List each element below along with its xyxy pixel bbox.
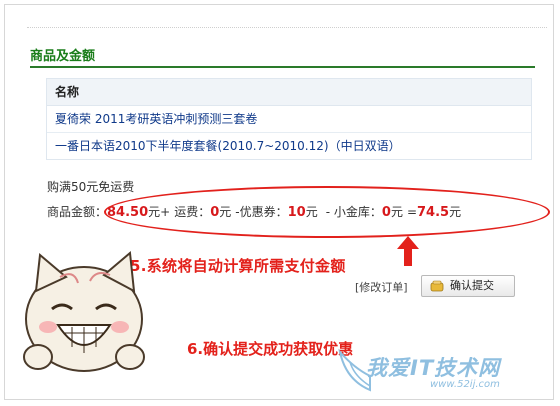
highlight-ellipse [104, 186, 550, 238]
table-row[interactable]: 一番日本语2010下半年度套餐(2010.7~2010.12)（中日双语） [47, 133, 531, 159]
annotation-step-6: 6.确认提交成功获取优惠 [187, 340, 354, 358]
confirm-submit-button[interactable]: 确认提交 [421, 275, 515, 297]
title-divider [30, 66, 535, 68]
confirm-submit-label: 确认提交 [450, 279, 494, 292]
cart-icon [430, 280, 444, 292]
free-shipping-note: 购满50元免运费 [47, 180, 135, 194]
annotation-step-5: 5.系统将自动计算所需支付金额 [130, 257, 346, 275]
watermark-url: www.52ij.com [430, 379, 500, 390]
table-row[interactable]: 夏徛荣 2011考研英语冲刺预测三套卷 [47, 106, 531, 133]
section-title: 商品及金额 [30, 49, 96, 64]
table-header: 名称 [47, 79, 531, 106]
modify-order-link[interactable]: [修改订单] [355, 279, 408, 295]
watermark-logo: 我爱IT技术网 [366, 356, 501, 380]
product-table: 名称 夏徛荣 2011考研英语冲刺预测三套卷 一番日本语2010下半年度套餐(2… [46, 78, 532, 160]
goods-amount-label: 商品金额： [47, 205, 108, 219]
top-divider [27, 5, 547, 28]
arrow-up-icon [397, 236, 419, 266]
cartoon-cat-image [23, 251, 145, 372]
